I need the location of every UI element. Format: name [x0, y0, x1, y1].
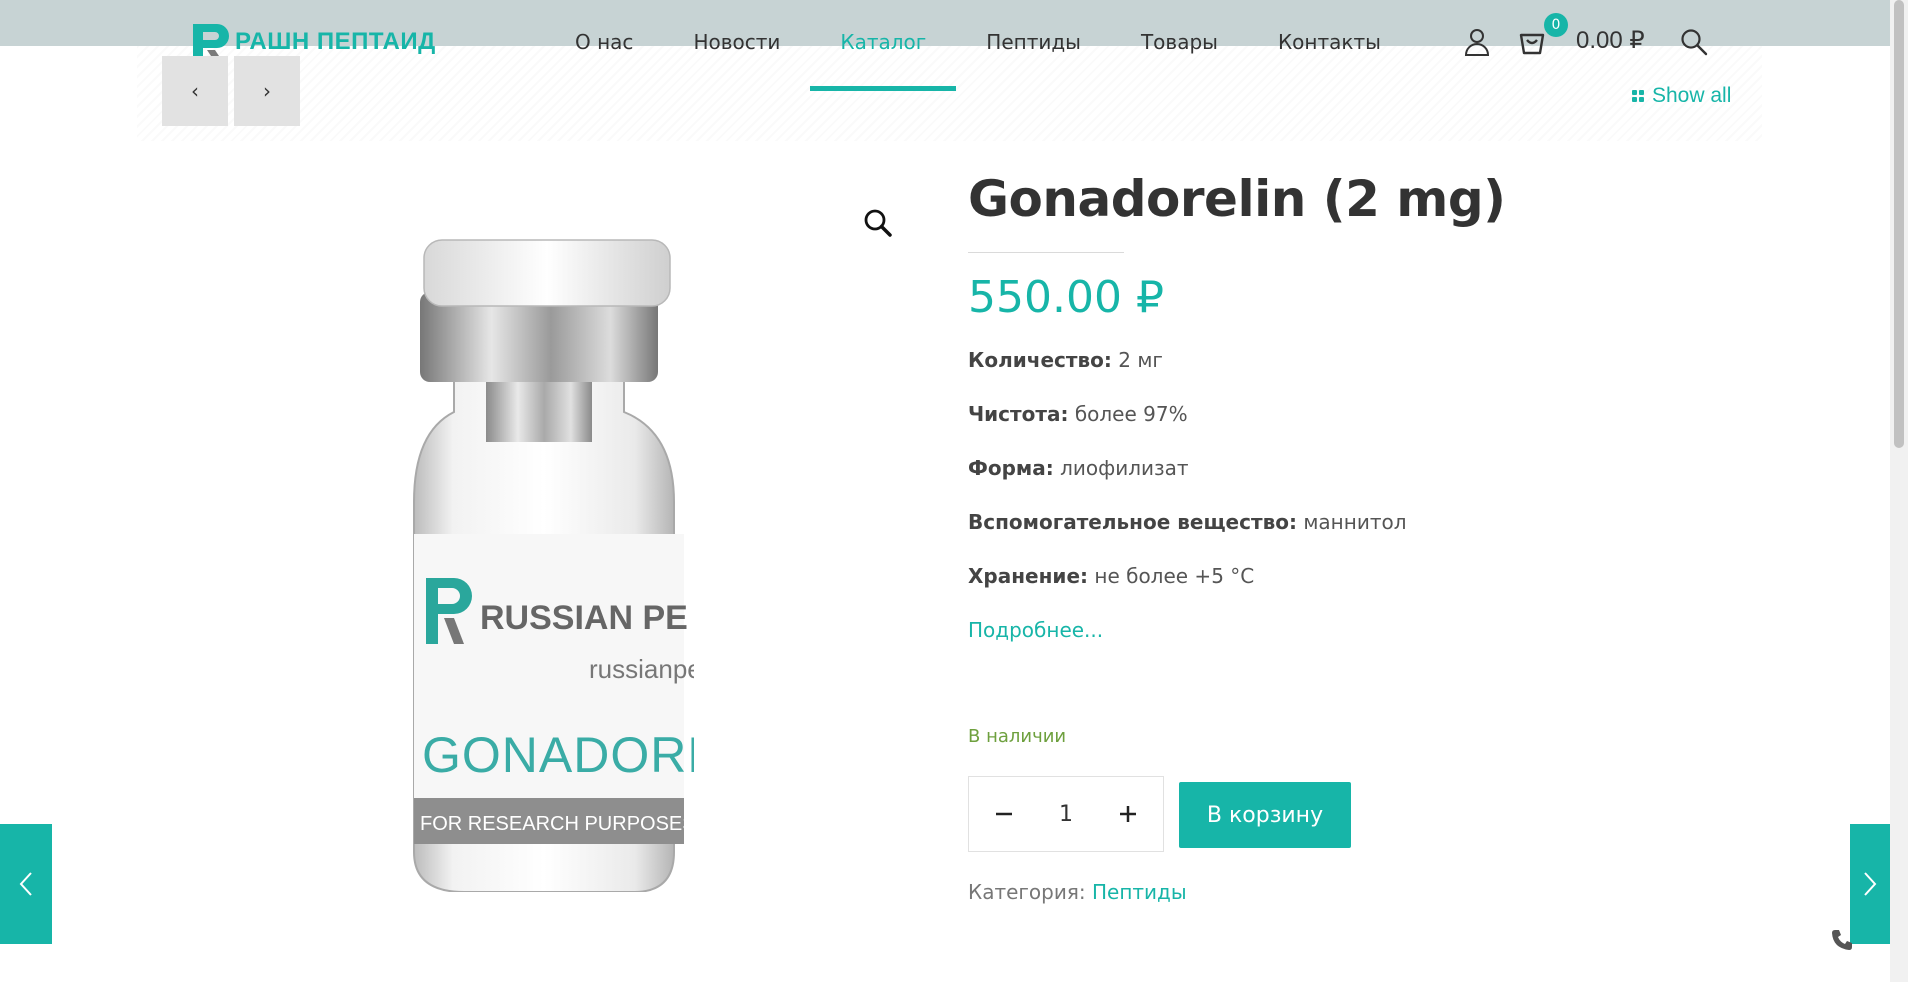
chevron-left-icon: [19, 872, 32, 896]
phone-icon[interactable]: [1830, 928, 1854, 952]
quantity-decrease-button[interactable]: [989, 799, 1019, 829]
nav-item-catalog[interactable]: Каталог: [810, 0, 957, 92]
spec-label: Форма:: [968, 456, 1054, 480]
site-logo[interactable]: РАШН ПЕПТАИД: [193, 20, 443, 64]
spec-form: Форма: лиофилизат: [968, 456, 1189, 480]
cart-total[interactable]: 0.00 ₽: [1576, 26, 1645, 55]
search-icon[interactable]: [1680, 28, 1708, 56]
quantity-increase-button[interactable]: [1113, 799, 1143, 829]
spec-value: более 97%: [1074, 402, 1188, 426]
nav-item-peptides[interactable]: Пептиды: [956, 0, 1111, 92]
spec-value: 2 мг: [1118, 348, 1163, 372]
cart-count-badge: 0: [1544, 13, 1568, 37]
spec-purity: Чистота: более 97%: [968, 402, 1188, 426]
chevron-right-icon: [1864, 872, 1877, 896]
product-price: 550.00 ₽: [968, 272, 1164, 323]
spec-value: маннитол: [1303, 510, 1407, 534]
title-divider: [968, 252, 1124, 253]
quantity-stepper: 1: [968, 776, 1164, 852]
scrollbar-thumb[interactable]: [1894, 0, 1904, 448]
nav-item-news[interactable]: Новости: [663, 0, 810, 92]
next-product-button[interactable]: ›: [234, 56, 300, 126]
spec-label: Вспомогательное вещество:: [968, 510, 1297, 534]
spec-label: Хранение:: [968, 564, 1089, 588]
chevron-left-icon: ‹: [191, 79, 199, 103]
spec-value: не более +5 °C: [1094, 564, 1255, 588]
vial-brand-text: RUSSIAN PE: [480, 599, 688, 637]
nav-item-contacts[interactable]: Контакты: [1248, 0, 1411, 92]
category-link[interactable]: Пептиды: [1092, 880, 1187, 904]
chevron-right-icon: ›: [263, 79, 271, 103]
show-all-label: Show all: [1652, 84, 1732, 107]
spec-excipient: Вспомогательное вещество: маннитол: [968, 510, 1407, 534]
product-image[interactable]: RUSSIAN PE russianpe GONADOREL FOR RESEA…: [404, 232, 694, 892]
prev-post-button[interactable]: [0, 824, 52, 944]
read-more-link[interactable]: Подробнее...: [968, 618, 1103, 642]
show-all-link[interactable]: Show all: [1632, 84, 1731, 108]
product-category: Категория: Пептиды: [968, 880, 1187, 904]
vial-product-name: GONADOREL: [422, 727, 694, 783]
next-post-button[interactable]: [1850, 824, 1890, 944]
nav-item-about[interactable]: О нас: [545, 0, 663, 92]
spec-label: Чистота:: [968, 402, 1069, 426]
vial-footer-text: FOR RESEARCH PURPOSES NOT: [420, 813, 694, 835]
spec-value: лиофилизат: [1060, 456, 1189, 480]
logo-text: РАШН ПЕПТАИД: [235, 28, 436, 55]
vial-site-text: russianpe: [589, 654, 694, 684]
grid-icon: [1632, 90, 1644, 102]
product-title: Gonadorelin (2 mg): [968, 170, 1506, 228]
category-label: Категория:: [968, 880, 1086, 904]
stock-status: В наличии: [968, 726, 1067, 747]
quantity-input[interactable]: 1: [1059, 802, 1073, 827]
spec-quantity: Количество: 2 мг: [968, 348, 1163, 372]
main-nav: О нас Новости Каталог Пептиды Товары Кон…: [545, 0, 1411, 92]
zoom-icon[interactable]: [863, 208, 893, 238]
cart-icon[interactable]: [1518, 28, 1546, 56]
plus-icon: [1120, 806, 1136, 822]
add-to-cart-button[interactable]: В корзину: [1179, 782, 1351, 848]
spec-storage: Хранение: не более +5 °C: [968, 564, 1254, 588]
minus-icon: [996, 812, 1012, 816]
nav-item-goods[interactable]: Товары: [1111, 0, 1248, 92]
spec-label: Количество:: [968, 348, 1112, 372]
user-icon[interactable]: [1464, 28, 1490, 56]
prev-product-button[interactable]: ‹: [162, 56, 228, 126]
